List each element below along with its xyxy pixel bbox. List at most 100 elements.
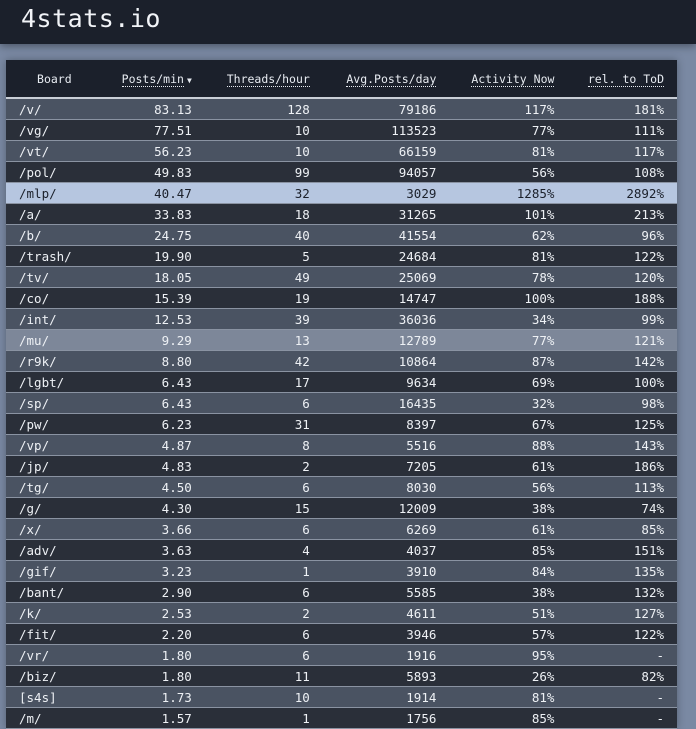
cell-posts-per-min: 12.53 bbox=[102, 308, 205, 330]
cell-avg-posts-per-day: 31265 bbox=[322, 203, 450, 225]
cell-rel-to-tod: 142% bbox=[567, 350, 677, 372]
table-row[interactable]: /k/2.53 2 4611 51% 127% bbox=[6, 602, 677, 624]
table-row[interactable]: /lgbt/6.43 17 9634 69% 100% bbox=[6, 371, 677, 393]
cell-posts-per-min: 2.90 bbox=[102, 581, 205, 603]
cell-avg-posts-per-day: 12009 bbox=[322, 497, 450, 519]
table-row[interactable]: /mu/9.29 13 12789 77% 121% bbox=[6, 329, 677, 351]
cell-board[interactable]: /k/ bbox=[6, 602, 103, 624]
cell-posts-per-min: 18.05 bbox=[102, 266, 205, 288]
cell-activity-now: 85% bbox=[449, 707, 568, 729]
column-header-threads-per-hour[interactable]: Threads/hour bbox=[204, 60, 323, 99]
column-header-rel-to-tod[interactable]: rel. to ToD bbox=[567, 60, 677, 99]
cell-avg-posts-per-day: 3946 bbox=[322, 623, 450, 645]
cell-board[interactable]: /vp/ bbox=[6, 434, 103, 456]
table-row[interactable]: /m/1.57 1 1756 85% - bbox=[6, 707, 677, 729]
table-row[interactable]: /sp/6.43 6 16435 32% 98% bbox=[6, 392, 677, 414]
cell-posts-per-min: 24.75 bbox=[102, 224, 205, 246]
cell-posts-per-min: 6.43 bbox=[102, 392, 205, 414]
column-header-avg-posts-per-day[interactable]: Avg.Posts/day bbox=[322, 60, 450, 99]
cell-avg-posts-per-day: 1916 bbox=[322, 644, 450, 666]
table-row[interactable]: /int/12.53 39 36036 34% 99% bbox=[6, 308, 677, 330]
cell-board[interactable]: /v/ bbox=[6, 98, 103, 120]
cell-board[interactable]: /bant/ bbox=[6, 581, 103, 603]
cell-board[interactable]: /gif/ bbox=[6, 560, 103, 582]
site-logo[interactable]: 4stats.io bbox=[21, 4, 161, 33]
cell-activity-now: 81% bbox=[449, 140, 568, 162]
column-header-activity-now[interactable]: Activity Now bbox=[449, 60, 568, 99]
table-row[interactable]: /adv/3.63 4 4037 85% 151% bbox=[6, 539, 677, 561]
cell-rel-to-tod: 135% bbox=[567, 560, 677, 582]
cell-board[interactable]: /adv/ bbox=[6, 539, 103, 561]
table-row[interactable]: /gif/3.23 1 3910 84% 135% bbox=[6, 560, 677, 582]
table-row[interactable]: /v/83.13 128 79186 117% 181% bbox=[6, 98, 677, 120]
table-row[interactable]: /biz/1.80 11 5893 26% 82% bbox=[6, 665, 677, 687]
cell-rel-to-tod: 151% bbox=[567, 539, 677, 561]
table-row[interactable]: /mlp/40.47 32 3029 1285% 2892% bbox=[6, 182, 677, 204]
table-row[interactable]: /co/15.39 19 14747 100% 188% bbox=[6, 287, 677, 309]
cell-board[interactable]: /b/ bbox=[6, 224, 103, 246]
cell-board[interactable]: /fit/ bbox=[6, 623, 103, 645]
cell-posts-per-min: 3.63 bbox=[102, 539, 205, 561]
cell-posts-per-min: 56.23 bbox=[102, 140, 205, 162]
cell-board[interactable]: /tg/ bbox=[6, 476, 103, 498]
cell-board[interactable]: /vr/ bbox=[6, 644, 103, 666]
sort-link[interactable]: Posts/min bbox=[121, 71, 184, 87]
table-row[interactable]: /tg/4.50 6 8030 56% 113% bbox=[6, 476, 677, 498]
table-row[interactable]: /trash/19.90 5 24684 81% 122% bbox=[6, 245, 677, 267]
table-row[interactable]: /pw/6.23 31 8397 67% 125% bbox=[6, 413, 677, 435]
cell-avg-posts-per-day: 14747 bbox=[322, 287, 450, 309]
cell-board[interactable]: /int/ bbox=[6, 308, 103, 330]
sort-link[interactable]: rel. to ToD bbox=[587, 71, 664, 87]
table-row[interactable]: /jp/4.83 2 7205 61% 186% bbox=[6, 455, 677, 477]
cell-board[interactable]: /vg/ bbox=[6, 119, 103, 141]
cell-board[interactable]: /mlp/ bbox=[6, 182, 103, 204]
table-row[interactable]: /vp/4.87 8 5516 88% 143% bbox=[6, 434, 677, 456]
cell-board[interactable]: /pol/ bbox=[6, 161, 103, 183]
table-row[interactable]: /vr/1.80 6 1916 95% - bbox=[6, 644, 677, 666]
cell-board[interactable]: /jp/ bbox=[6, 455, 103, 477]
cell-board[interactable]: /g/ bbox=[6, 497, 103, 519]
cell-avg-posts-per-day: 4611 bbox=[322, 602, 450, 624]
cell-threads-per-hour: 6 bbox=[204, 518, 323, 540]
table-row[interactable]: /vg/77.51 10 113523 77% 111% bbox=[6, 119, 677, 141]
cell-rel-to-tod: 122% bbox=[567, 623, 677, 645]
cell-board[interactable]: /sp/ bbox=[6, 392, 103, 414]
table-row[interactable]: /g/4.30 15 12009 38% 74% bbox=[6, 497, 677, 519]
cell-threads-per-hour: 99 bbox=[204, 161, 323, 183]
cell-rel-to-tod: 111% bbox=[567, 119, 677, 141]
table-row[interactable]: /r9k/8.80 42 10864 87% 142% bbox=[6, 350, 677, 372]
table-row[interactable]: /tv/18.05 49 25069 78% 120% bbox=[6, 266, 677, 288]
table-row[interactable]: /x/3.66 6 6269 61% 85% bbox=[6, 518, 677, 540]
cell-board[interactable]: /pw/ bbox=[6, 413, 103, 435]
cell-board[interactable]: /vt/ bbox=[6, 140, 103, 162]
table-row[interactable]: /b/24.75 40 41554 62% 96% bbox=[6, 224, 677, 246]
cell-posts-per-min: 6.43 bbox=[102, 371, 205, 393]
cell-board[interactable]: /x/ bbox=[6, 518, 103, 540]
cell-activity-now: 38% bbox=[449, 581, 568, 603]
table-row[interactable]: /bant/2.90 6 5585 38% 132% bbox=[6, 581, 677, 603]
sort-link[interactable]: Activity Now bbox=[471, 71, 555, 87]
cell-board[interactable]: [s4s] bbox=[6, 686, 103, 708]
cell-board[interactable]: /mu/ bbox=[6, 329, 103, 351]
table-row[interactable]: /vt/56.23 10 66159 81% 117% bbox=[6, 140, 677, 162]
cell-board[interactable]: /biz/ bbox=[6, 665, 103, 687]
column-header-posts-per-min[interactable]: Posts/min ▼ bbox=[102, 60, 205, 99]
cell-board[interactable]: /tv/ bbox=[6, 266, 103, 288]
table-row[interactable]: /a/33.83 18 31265 101% 213% bbox=[6, 203, 677, 225]
cell-threads-per-hour: 40 bbox=[204, 224, 323, 246]
cell-board[interactable]: /r9k/ bbox=[6, 350, 103, 372]
cell-posts-per-min: 6.23 bbox=[102, 413, 205, 435]
cell-board[interactable]: /co/ bbox=[6, 287, 103, 309]
cell-activity-now: 100% bbox=[449, 287, 568, 309]
cell-board[interactable]: /trash/ bbox=[6, 245, 103, 267]
sort-link[interactable]: Avg.Posts/day bbox=[346, 71, 437, 87]
sort-link[interactable]: Threads/hour bbox=[226, 71, 310, 87]
cell-board[interactable]: /m/ bbox=[6, 707, 103, 729]
table-row[interactable]: [s4s] 1.73 10 1914 81% - bbox=[6, 686, 677, 708]
table-row[interactable]: /fit/2.20 6 3946 57% 122% bbox=[6, 623, 677, 645]
cell-board[interactable]: /a/ bbox=[6, 203, 103, 225]
cell-board[interactable]: /lgbt/ bbox=[6, 371, 103, 393]
table-row[interactable]: /pol/49.83 99 94057 56% 108% bbox=[6, 161, 677, 183]
cell-rel-to-tod: 2892% bbox=[567, 182, 677, 204]
cell-rel-to-tod: 117% bbox=[567, 140, 677, 162]
